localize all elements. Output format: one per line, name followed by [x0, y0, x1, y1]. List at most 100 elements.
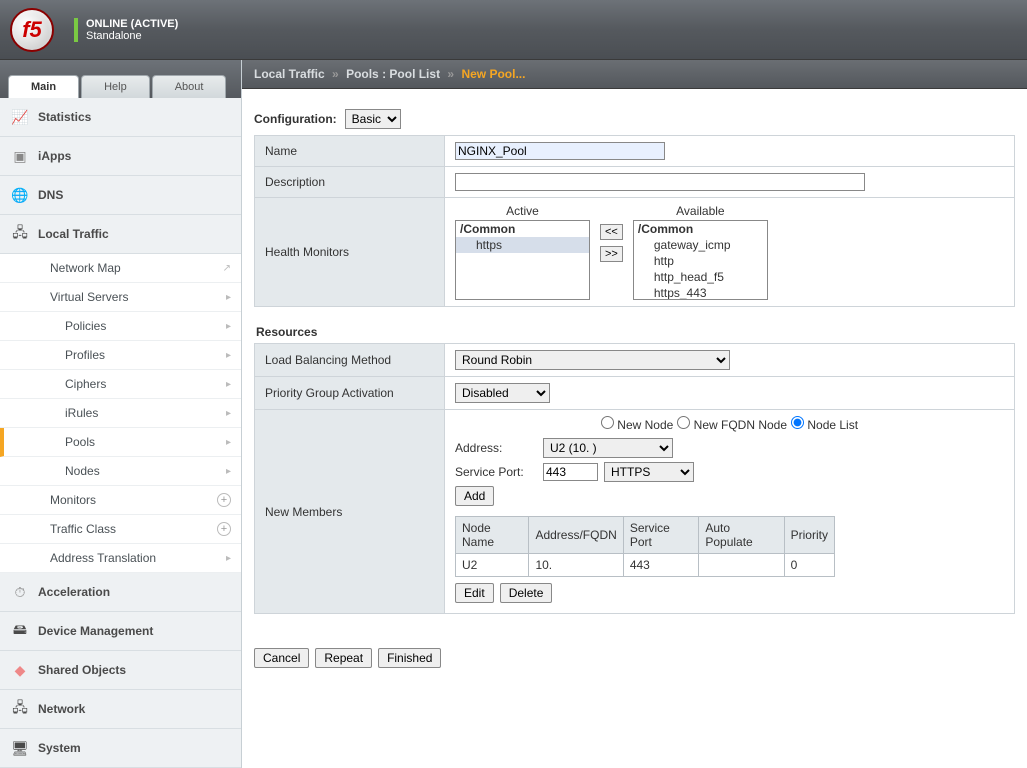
chevron-right-icon: ▸ [226, 379, 231, 390]
nav-profiles[interactable]: Profiles▸ [0, 341, 241, 370]
sidebar: Main Help About 📈 Statistics ▣ iApps 🌐 D… [0, 60, 242, 768]
tab-main[interactable]: Main [8, 75, 79, 98]
address-select[interactable]: U2 (10. ) [543, 438, 673, 458]
nav-iapps[interactable]: ▣ iApps [0, 137, 241, 176]
active-item[interactable]: https [456, 237, 589, 253]
cancel-button[interactable]: Cancel [254, 648, 309, 668]
plus-icon[interactable]: + [217, 522, 231, 536]
nav-system[interactable]: 🖥 System [0, 729, 241, 768]
nav-network[interactable]: 🖧 Network [0, 690, 241, 729]
traffic-icon: 🖧 [10, 224, 30, 244]
nav-monitors-label: Monitors [50, 493, 96, 507]
radio-newnode[interactable]: New Node [601, 416, 673, 432]
status-block: ONLINE (ACTIVE) Standalone [74, 18, 178, 42]
repeat-button[interactable]: Repeat [315, 648, 372, 668]
description-label: Description [255, 167, 445, 198]
nav-profiles-label: Profiles [65, 348, 105, 362]
nav-virtualservers-label: Virtual Servers [50, 290, 128, 304]
breadcrumb-current: New Pool... [461, 67, 525, 81]
healthmonitors-label: Health Monitors [255, 198, 445, 307]
tab-about[interactable]: About [152, 75, 227, 98]
health-monitors-duallist: Active /Common https << >> [455, 204, 1004, 300]
table-row[interactable]: U2 10. 443 0 [456, 554, 835, 577]
nav-trafficclass[interactable]: Traffic Class+ [0, 515, 241, 544]
iapps-icon: ▣ [10, 146, 30, 166]
network-icon: 🖧 [10, 699, 30, 719]
pga-select[interactable]: Disabled [455, 383, 550, 403]
status-indicator-icon [74, 18, 78, 30]
lbm-label: Load Balancing Method [255, 344, 445, 377]
nav-dns-label: DNS [38, 188, 63, 202]
active-group: /Common [456, 221, 589, 237]
nav-devicemgmt[interactable]: 🖴 Device Management [0, 612, 241, 651]
radio-newfqdn[interactable]: New FQDN Node [677, 416, 787, 432]
chevron-right-icon: ▸ [226, 553, 231, 564]
configuration-label: Configuration: [254, 112, 337, 126]
nav-irules-label: iRules [65, 406, 98, 420]
port-input[interactable] [543, 463, 598, 481]
avail-item[interactable]: gateway_icmp [634, 237, 767, 253]
nav-network-label: Network [38, 702, 85, 716]
chevron-right-icon: ▸ [226, 408, 231, 419]
breadcrumb: Local Traffic » Pools : Pool List » New … [242, 60, 1027, 89]
nav-virtualservers[interactable]: Virtual Servers ▸ [0, 283, 241, 312]
resources-header: Resources [254, 321, 1015, 343]
edit-button[interactable]: Edit [455, 583, 494, 603]
plus-icon[interactable]: + [217, 493, 231, 507]
avail-item[interactable]: http_head_f5 [634, 269, 767, 285]
shapes-icon: ◆ [10, 660, 30, 680]
available-listbox[interactable]: /Common gateway_icmp http http_head_f5 h… [633, 220, 768, 300]
nav-irules[interactable]: iRules ▸ [0, 399, 241, 428]
avail-item[interactable]: https_443 [634, 285, 767, 300]
nav-dns[interactable]: 🌐 DNS [0, 176, 241, 215]
nav-pools-label: Pools [65, 435, 95, 449]
delete-button[interactable]: Delete [500, 583, 553, 603]
move-right-button[interactable]: >> [600, 246, 623, 262]
nav-ciphers[interactable]: Ciphers▸ [0, 370, 241, 399]
chevron-right-icon: ▸ [226, 466, 231, 477]
name-input[interactable] [455, 142, 665, 160]
lbm-select[interactable]: Round Robin [455, 350, 730, 370]
move-left-button[interactable]: << [600, 224, 623, 240]
status-mode: Standalone [86, 30, 142, 42]
configuration-select[interactable]: Basic [345, 109, 401, 129]
breadcrumb-b[interactable]: Pools : Pool List [346, 67, 440, 81]
nav-policies-label: Policies [65, 319, 106, 333]
cell-port: 443 [623, 554, 699, 577]
nav-devicemgmt-label: Device Management [38, 624, 153, 638]
description-input[interactable] [455, 173, 865, 191]
chevron-right-icon: ▸ [226, 292, 231, 303]
nav-policies[interactable]: Policies▸ [0, 312, 241, 341]
nav-localtraffic-label: Local Traffic [38, 227, 109, 241]
cell-auto [699, 554, 784, 577]
general-properties-table: Name Description Health Monitors Active [254, 135, 1015, 307]
nav-statistics-label: Statistics [38, 110, 91, 124]
radio-nodelist[interactable]: Node List [791, 416, 858, 432]
nav-monitors[interactable]: Monitors + [0, 486, 241, 515]
port-proto-select[interactable]: HTTPS [604, 462, 694, 482]
active-listbox[interactable]: /Common https [455, 220, 590, 300]
th-addr: Address/FQDN [529, 517, 623, 554]
tab-help[interactable]: Help [81, 75, 150, 98]
finished-button[interactable]: Finished [378, 648, 441, 668]
avail-item[interactable]: http [634, 253, 767, 269]
sidebar-tabs: Main Help About [0, 60, 241, 98]
cell-addr: 10. [529, 554, 623, 577]
status-indicator-icon [74, 30, 78, 42]
nav-nodes[interactable]: Nodes ▸ [0, 457, 241, 486]
nav-networkmap[interactable]: Network Map↗ [0, 254, 241, 283]
breadcrumb-a[interactable]: Local Traffic [254, 67, 325, 81]
nav-sharedobjects[interactable]: ◆ Shared Objects [0, 651, 241, 690]
chevron-right-icon: ▸ [226, 437, 231, 448]
nav-acceleration-label: Acceleration [38, 585, 110, 599]
nav-nodes-label: Nodes [65, 464, 100, 478]
nav-statistics[interactable]: 📈 Statistics [0, 98, 241, 137]
nav-addresstranslation[interactable]: Address Translation▸ [0, 544, 241, 573]
th-auto: Auto Populate [699, 517, 784, 554]
nav-acceleration[interactable]: ⏱ Acceleration [0, 573, 241, 612]
nav-localtraffic[interactable]: 🖧 Local Traffic [0, 215, 241, 254]
globe-icon: 🌐 [10, 185, 30, 205]
nav-pools[interactable]: Pools ▸ [0, 428, 241, 457]
add-button[interactable]: Add [455, 486, 494, 506]
status-text: ONLINE (ACTIVE) [86, 18, 178, 30]
